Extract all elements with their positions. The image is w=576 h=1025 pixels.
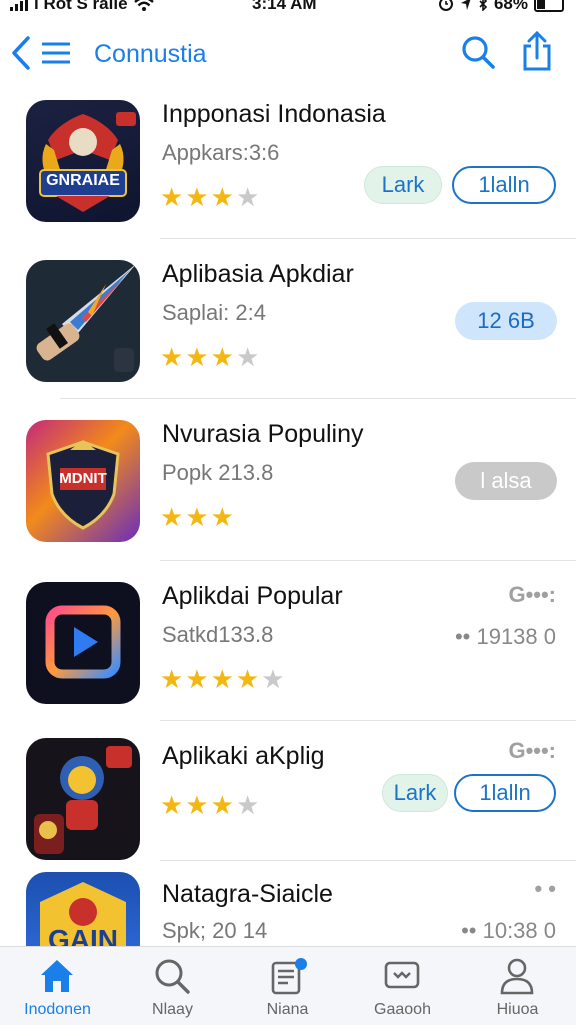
wifi-icon <box>133 0 154 11</box>
status-time: 3:14 AM <box>252 0 317 13</box>
alarm-icon <box>438 0 453 11</box>
tab-label: Gaaooh <box>374 1001 431 1018</box>
lark-button[interactable]: Lark <box>382 774 448 812</box>
tab-label: Inodonen <box>24 1001 91 1018</box>
app-subtitle: Saplai: 2:4 <box>162 300 266 325</box>
tab-label: Nlaay <box>152 1001 193 1018</box>
app-icon-feather <box>26 260 140 382</box>
status-right: 68% <box>438 0 564 14</box>
divider <box>160 238 576 239</box>
nav-title: Connustia <box>94 40 207 68</box>
app-subtitle: Appkars:3:6 <box>162 140 280 165</box>
more-options[interactable]: • • <box>534 876 556 902</box>
more-options[interactable]: G•••: <box>508 582 556 608</box>
app-icon-label: GNRAIAE <box>46 172 120 189</box>
app-name: Natagra-Siaicle <box>162 880 333 908</box>
app-stat: •• 10:38 0 <box>461 918 556 943</box>
search-icon <box>155 959 190 994</box>
person-icon <box>500 958 534 995</box>
chevron-left-icon <box>12 36 30 70</box>
app-name: Aplikdai Popular <box>162 582 343 610</box>
rating-stars: ★★★ <box>160 502 236 532</box>
app-subtitle: Popk 213.8 <box>162 460 274 485</box>
news-icon <box>271 958 307 995</box>
app-icon-character <box>26 738 140 860</box>
carrier-label: l Rot S ralle <box>34 0 128 13</box>
install-button[interactable]: 1lalln <box>454 774 556 812</box>
share-icon <box>523 30 551 71</box>
app-icon-video <box>26 582 140 704</box>
play-icon <box>45 605 121 679</box>
tab-search[interactable]: Nlaay <box>115 947 230 1025</box>
app-icon-emblem: MDNIT <box>26 420 140 542</box>
share-button[interactable] <box>520 30 556 72</box>
divider <box>160 860 576 861</box>
app-icon-shield: GNRAIAE <box>26 100 140 222</box>
divider <box>160 720 576 721</box>
app-stat: •• 19138 0 <box>454 624 556 649</box>
rating-stars: ★★★★ <box>160 182 262 212</box>
app-name: Aplibasia Apkdiar <box>162 260 354 288</box>
install-button[interactable]: 1lalln <box>452 166 556 204</box>
location-icon <box>460 0 471 10</box>
app-subtitle: Satkd133.8 <box>162 622 274 647</box>
search-icon <box>462 36 495 69</box>
character-icon <box>34 746 132 854</box>
home-icon <box>41 960 73 992</box>
rating-stars: ★★★★★ <box>160 664 287 694</box>
back-button[interactable] <box>10 34 74 72</box>
chat-icon <box>384 961 420 989</box>
app-name: Nvurasia Populiny <box>162 420 364 448</box>
tab-bar: Inodonen Nlaay Niana Gaaooh Hiuoa <box>0 946 576 1025</box>
tab-label: Hiuoa <box>496 1001 539 1018</box>
tab-profile[interactable]: Hiuoa <box>460 947 575 1025</box>
status-left: l Rot S ralle <box>10 0 154 14</box>
nav-bar: Connustia <box>0 28 576 78</box>
battery-icon <box>534 0 564 12</box>
signal-icon <box>10 0 28 11</box>
battery-percent: 68% <box>493 0 528 13</box>
tab-news[interactable]: Niana <box>230 947 345 1025</box>
bluetooth-icon <box>479 0 488 11</box>
tab-chat[interactable]: Gaaooh <box>345 947 460 1025</box>
status-bar: l Rot S ralle 3:14 AM 68% <box>0 0 576 18</box>
size-badge[interactable]: 12 6B <box>455 302 557 340</box>
app-icon-label: MDNIT <box>59 470 107 487</box>
more-options[interactable]: G•••: <box>508 738 556 764</box>
lark-button[interactable]: Lark <box>364 166 442 204</box>
search-button[interactable] <box>460 34 496 72</box>
rating-stars: ★★★★ <box>160 342 262 372</box>
app-subtitle: Spk; 20 14 <box>162 918 268 943</box>
feather-icon <box>36 264 136 372</box>
rating-stars: ★★★★ <box>160 790 262 820</box>
shield-icon <box>39 112 136 212</box>
app-name: Aplikaki aKplig <box>162 742 325 770</box>
install-button[interactable]: l alsa <box>455 462 557 500</box>
tab-home[interactable]: Inodonen <box>0 947 115 1025</box>
divider <box>60 398 576 399</box>
app-name: Inpponasi Indonasia <box>162 100 386 128</box>
divider <box>160 560 576 561</box>
menu-icon <box>42 42 70 64</box>
tab-label: Niana <box>266 1001 309 1018</box>
